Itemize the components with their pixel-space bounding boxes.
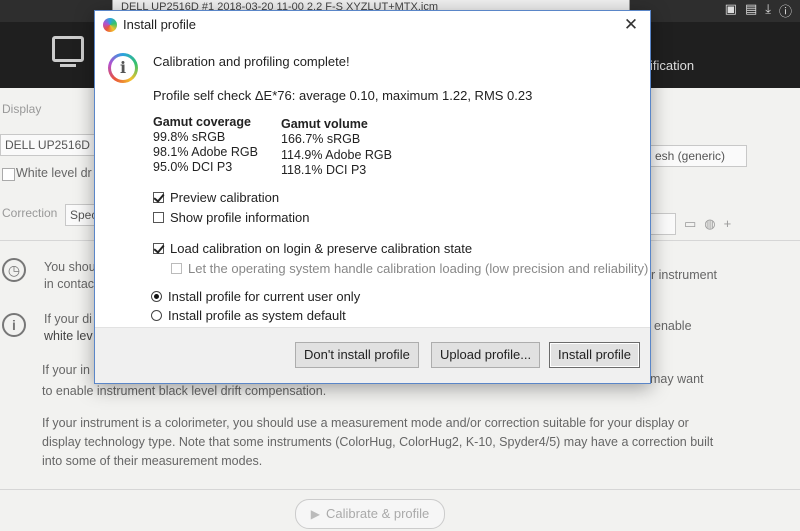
show-profile-info-label: Show profile information [170,210,310,225]
upload-profile-button[interactable]: Upload profile... [431,342,541,368]
download-icon[interactable]: ⤓ [765,1,771,20]
calibrate-profile-button[interactable]: ▶ Calibrate & profile [295,499,445,529]
info-text-2c: enable [654,319,692,333]
dialog-title: Install profile [123,17,196,32]
folder-icon[interactable]: ▣ [725,1,737,20]
refresh-mode-select[interactable]: esh (generic) [650,145,747,167]
clock-icon: ◷ [2,258,26,282]
gamut-volume-label: Gamut volume [281,117,368,131]
info-text-2b: white lev [44,329,93,343]
gamut-coverage-srgb: 99.8% sRGB [153,130,226,144]
show-profile-info-checkbox[interactable] [153,212,164,223]
dont-install-profile-button[interactable]: Don't install profile [295,342,419,368]
preview-calibration-label: Preview calibration [170,190,280,205]
info-text-3b: to enable instrument black level drift c… [42,384,327,398]
dialog-footer: Don't install profile Upload profile... … [95,327,650,383]
gamut-coverage-dcip3: 95.0% DCI P3 [153,160,233,174]
os-handle-loading-checkbox[interactable] [171,263,182,274]
info-icon-letter: i [111,56,135,80]
calibrate-profile-label: Calibrate & profile [325,506,430,521]
info-icon[interactable]: ⓘ [779,1,792,20]
info-text-3a: If your in [42,363,90,377]
os-handle-loading-label: Let the operating system handle calibrat… [188,261,649,276]
load-calibration-option[interactable]: Load calibration on login & preserve cal… [153,241,472,256]
tab-verification[interactable]: ification [650,58,694,73]
gamut-volume-dcip3: 118.1% DCI P3 [281,163,367,177]
folder-icon[interactable]: ▭ [684,216,696,232]
info-text-4c: into some of their measurement modes. [42,454,263,468]
gamut-coverage-adobe: 98.1% Adobe RGB [153,145,258,159]
info-icon: i [108,53,138,83]
install-profile-button[interactable]: Install profile [549,342,640,368]
preview-calibration-checkbox[interactable] [153,192,164,203]
display-label: Display [2,102,42,116]
top-toolbar-icons: ▣ ▤ ⤓ ⓘ [725,1,792,20]
plus-icon[interactable]: + [724,216,732,232]
gamut-volume-srgb: 166.7% sRGB [281,132,361,146]
self-check-text: Profile self check ΔE*76: average 0.10, … [153,88,533,103]
load-calibration-label: Load calibration on login & preserve cal… [170,241,473,256]
install-system-default-label: Install profile as system default [168,308,346,323]
info-text-3c: may want [650,372,704,386]
show-profile-info-option[interactable]: Show profile information [153,210,309,225]
correction-select-right[interactable] [650,213,676,235]
install-system-default-option[interactable]: Install profile as system default [151,308,346,323]
info-text-1c: r instrument [651,268,717,282]
monitor-icon[interactable] [52,36,84,62]
info-text-1a: You shou [44,260,96,274]
white-level-checkbox[interactable] [2,168,15,181]
display-select[interactable]: DELL UP2516D @ [0,134,100,156]
gamut-coverage-label: Gamut coverage [153,115,251,129]
completion-heading: Calibration and profiling complete! [153,54,350,69]
info-text-4a: If your instrument is a colorimeter, you… [42,416,689,430]
correction-tools: ▭ ◍ + [684,216,731,232]
install-current-user-option[interactable]: Install profile for current user only [151,289,360,304]
correction-label: Correction [2,206,58,220]
load-calibration-checkbox[interactable] [153,243,164,254]
install-current-user-radio[interactable] [151,291,162,302]
os-handle-loading-option[interactable]: Let the operating system handle calibrat… [171,261,648,276]
install-system-default-radio[interactable] [151,310,162,321]
monitor-stand-icon [60,64,76,67]
dialog-titlebar[interactable]: Install profile ✕ [95,11,650,39]
info-text-4b: display technology type. Note that some … [42,435,714,449]
info-text-2a: If your di [44,312,92,326]
gamut-volume-adobe: 114.9% Adobe RGB [281,148,392,162]
install-current-user-label: Install profile for current user only [168,289,361,304]
footer-divider [0,489,800,490]
globe-icon[interactable]: ◍ [704,216,715,232]
preview-calibration-option[interactable]: Preview calibration [153,190,279,205]
info-text-1b: in contac [44,277,95,291]
correction-select[interactable]: Spec [65,204,97,226]
install-profile-dialog: Install profile ✕ i Calibration and prof… [94,10,651,384]
displaycal-app-icon [103,18,117,32]
play-icon: ▶ [310,507,320,521]
white-level-label: White level dr [16,166,92,180]
close-icon[interactable]: ✕ [618,14,644,36]
lock-icon[interactable]: ▤ [745,1,757,20]
info-circle-icon: i [2,313,26,337]
